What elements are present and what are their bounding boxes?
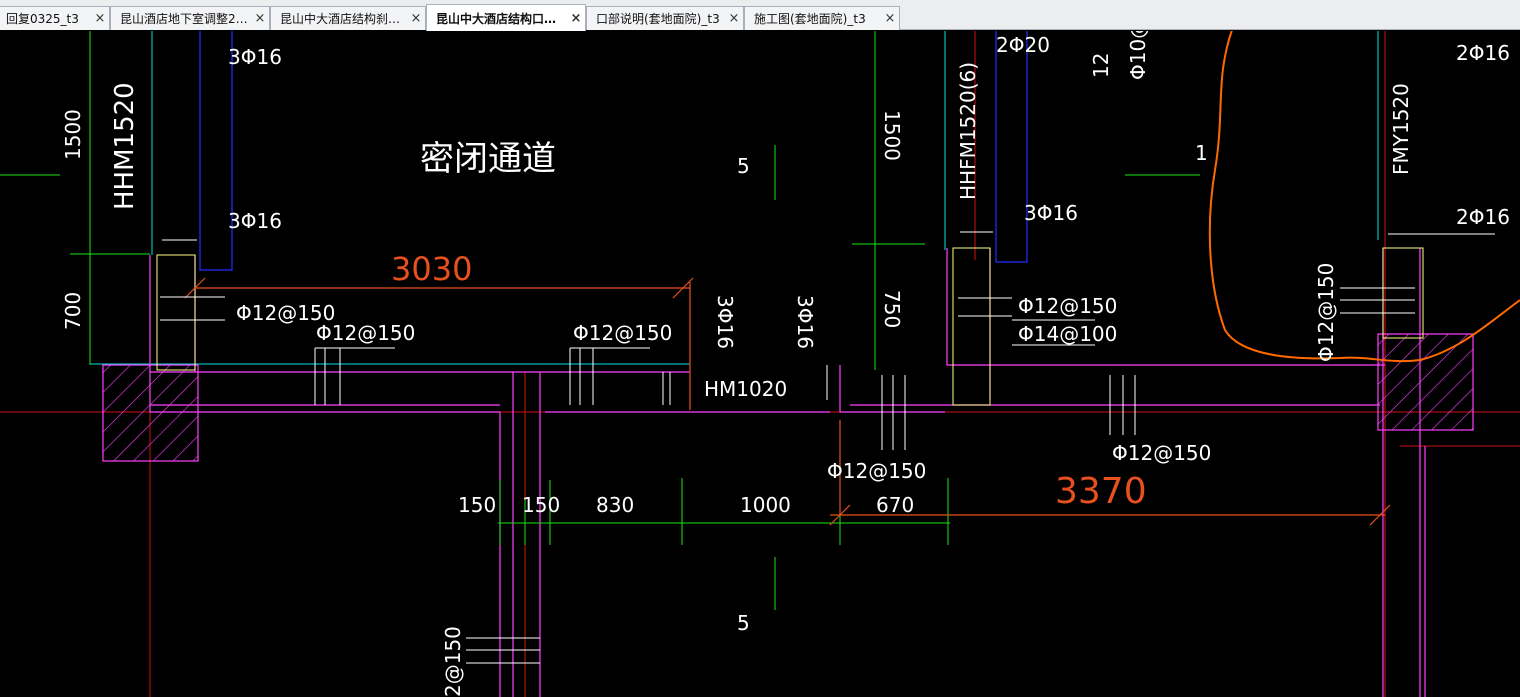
tab-hotel-structure-1[interactable]: 昆山中大酒店结构刹… × bbox=[270, 6, 426, 30]
rebar-3phi16-a: 3Φ16 bbox=[228, 45, 282, 69]
rebar-3phi16-v2: 3Φ16 bbox=[793, 295, 817, 349]
cad-drawing[interactable]: 密闭通道 5 5 1 3030 3370 150 150 830 1000 67… bbox=[0, 31, 1520, 697]
dimension-670: 670 bbox=[876, 493, 914, 517]
tab-label: 施工图(套地面院)_t3 bbox=[754, 12, 866, 26]
rebar-phi10-100: Φ10@100 bbox=[1126, 31, 1150, 80]
rebar-2phi16-b: 2Φ16 bbox=[1456, 205, 1510, 229]
rebar-phi12-150-c: Φ12@150 bbox=[573, 321, 672, 345]
dimension-1000: 1000 bbox=[740, 493, 791, 517]
dimension-1500-left: 1500 bbox=[61, 109, 85, 160]
rebar-phi14-100: Φ14@100 bbox=[1018, 322, 1117, 346]
tab-reply-0325[interactable]: 回复0325_t3 × bbox=[0, 6, 110, 30]
rebar-2phi20: 2Φ20 bbox=[996, 33, 1050, 57]
dimension-150-a: 150 bbox=[458, 493, 496, 517]
markup-cloud bbox=[1208, 31, 1520, 363]
close-icon[interactable]: × bbox=[567, 11, 585, 26]
label-5-top: 5 bbox=[737, 154, 750, 178]
door-hhfm1520: HHFM1520(6) bbox=[956, 62, 980, 200]
door-fmy1520: FMY1520 bbox=[1389, 83, 1413, 175]
tab-label: 口部说明(套地面院)_t3 bbox=[596, 12, 720, 26]
rebar-3phi16-c: 3Φ16 bbox=[1024, 201, 1078, 225]
rebar-phi12-150-f: Φ12@150 bbox=[1112, 441, 1211, 465]
rebar-3phi16-b: 3Φ16 bbox=[228, 209, 282, 233]
rebar-12: 12 bbox=[1089, 53, 1113, 78]
tab-label: 回复0325_t3 bbox=[6, 12, 79, 26]
rebar-3phi16-v1: 3Φ16 bbox=[713, 295, 737, 349]
rebar-bottom-vertical: 2@150 bbox=[441, 626, 465, 697]
rebar-phi12-150-e: Φ12@150 bbox=[827, 459, 926, 483]
tab-construction-drawing[interactable]: 施工图(套地面院)_t3 × bbox=[744, 6, 900, 30]
close-icon[interactable]: × bbox=[881, 11, 899, 26]
dimension-3030: 3030 bbox=[391, 250, 472, 288]
door-hm1020: HM1020 bbox=[704, 377, 787, 401]
label-1: 1 bbox=[1195, 141, 1208, 165]
dimension-3370: 3370 bbox=[1055, 471, 1147, 512]
tab-label: 昆山酒店地下室调整2… bbox=[120, 12, 248, 26]
rebar-2phi16-a: 2Φ16 bbox=[1456, 41, 1510, 65]
wall-outlines bbox=[149, 248, 1426, 697]
tab-entrance-notes[interactable]: 口部说明(套地面院)_t3 × bbox=[586, 6, 744, 30]
room-name: 密闭通道 bbox=[420, 139, 556, 179]
close-icon[interactable]: × bbox=[725, 11, 743, 26]
dimension-830: 830 bbox=[596, 493, 634, 517]
rebar-lines bbox=[160, 231, 1495, 664]
close-icon[interactable]: × bbox=[91, 11, 109, 26]
door-hhm1520: HHM1520 bbox=[110, 82, 140, 210]
tab-label: 昆山中大酒店结构刹… bbox=[280, 12, 401, 26]
dimension-700: 700 bbox=[61, 292, 85, 330]
rebar-phi12-150-vertical: Φ12@150 bbox=[1314, 263, 1338, 362]
dimension-750: 750 bbox=[880, 290, 904, 328]
tab-basement-adjust[interactable]: 昆山酒店地下室调整2… × bbox=[110, 6, 270, 30]
label-5-bottom: 5 bbox=[737, 611, 750, 635]
document-tab-bar: 回复0325_t3 × 昆山酒店地下室调整2… × 昆山中大酒店结构刹… × 昆… bbox=[0, 0, 1520, 31]
rebar-phi12-150-d: Φ12@150 bbox=[1018, 294, 1117, 318]
dimension-lines-orange bbox=[184, 277, 1391, 526]
tab-label: 昆山中大酒店结构口… bbox=[436, 11, 557, 26]
close-icon[interactable]: × bbox=[407, 11, 425, 26]
rebar-phi12-150-b: Φ12@150 bbox=[316, 321, 415, 345]
dimension-150-b: 150 bbox=[522, 493, 560, 517]
close-icon[interactable]: × bbox=[251, 11, 269, 26]
dimension-1500-mid: 1500 bbox=[880, 110, 904, 161]
tab-hotel-structure-2[interactable]: 昆山中大酒店结构口… × bbox=[426, 4, 586, 31]
drawing-canvas[interactable]: 密闭通道 5 5 1 3030 3370 150 150 830 1000 67… bbox=[0, 31, 1520, 697]
